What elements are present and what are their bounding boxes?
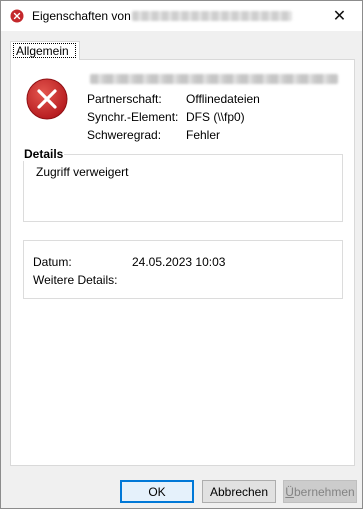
properties-dialog: Eigenschaften von ✕ Allgemein Partnersch…	[0, 0, 363, 509]
error-icon	[10, 9, 24, 23]
window-title: Eigenschaften von	[32, 9, 131, 23]
details-legend: Details	[23, 147, 65, 161]
tab-panel-allgemein: Partnerschaft: Offlinedateien Synchr.-El…	[10, 59, 355, 466]
date-value: 24.05.2023 10:03	[132, 255, 226, 269]
details-text: Zugriff verweigert	[36, 165, 129, 179]
partnerschaft-label: Partnerschaft:	[87, 92, 162, 106]
partnerschaft-value: Offlinedateien	[186, 92, 260, 106]
apply-button-label: Übernehmen	[285, 485, 354, 499]
close-button[interactable]: ✕	[317, 1, 362, 31]
schweregrad-label: Schweregrad:	[87, 128, 162, 142]
synchr-element-label: Synchr.-Element:	[87, 110, 179, 124]
cancel-button-label: Abbrechen	[209, 484, 269, 499]
redacted-title-name	[132, 11, 292, 21]
apply-button[interactable]: Übernehmen	[283, 480, 357, 503]
ok-button[interactable]: OK	[120, 480, 194, 503]
close-icon: ✕	[332, 8, 347, 25]
tab-allgemein[interactable]: Allgemein	[10, 41, 80, 60]
apply-mnemonic: Ü	[285, 484, 294, 499]
ok-button-label: OK	[148, 484, 166, 499]
apply-label-rest: bernehmen	[293, 484, 355, 499]
title-bar[interactable]: Eigenschaften von ✕	[1, 1, 362, 31]
tab-allgemein-label: Allgemein	[16, 44, 69, 58]
error-icon	[26, 78, 68, 120]
schweregrad-value: Fehler	[186, 128, 221, 142]
date-label: Datum:	[33, 255, 72, 269]
cancel-button[interactable]: Abbrechen	[202, 480, 276, 503]
more-details-label: Weitere Details:	[33, 273, 118, 287]
redacted-item-name	[90, 74, 338, 84]
synchr-element-value: DFS (\\fp0)	[186, 110, 245, 124]
meta-group: Datum: 24.05.2023 10:03 Weitere Details:	[23, 240, 343, 299]
details-group: Details Zugriff verweigert	[23, 147, 343, 222]
